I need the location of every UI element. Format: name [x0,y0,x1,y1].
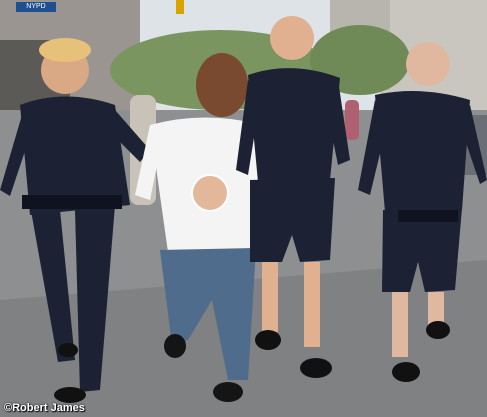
scene-drawing [0,0,487,417]
photo-scene: NYPD ©Robert James [0,0,487,417]
street-sign-text: NYPD [26,3,46,10]
bg-person-2 [345,100,359,140]
traffic-light [176,0,184,14]
photo-credit: ©Robert James [4,402,85,414]
